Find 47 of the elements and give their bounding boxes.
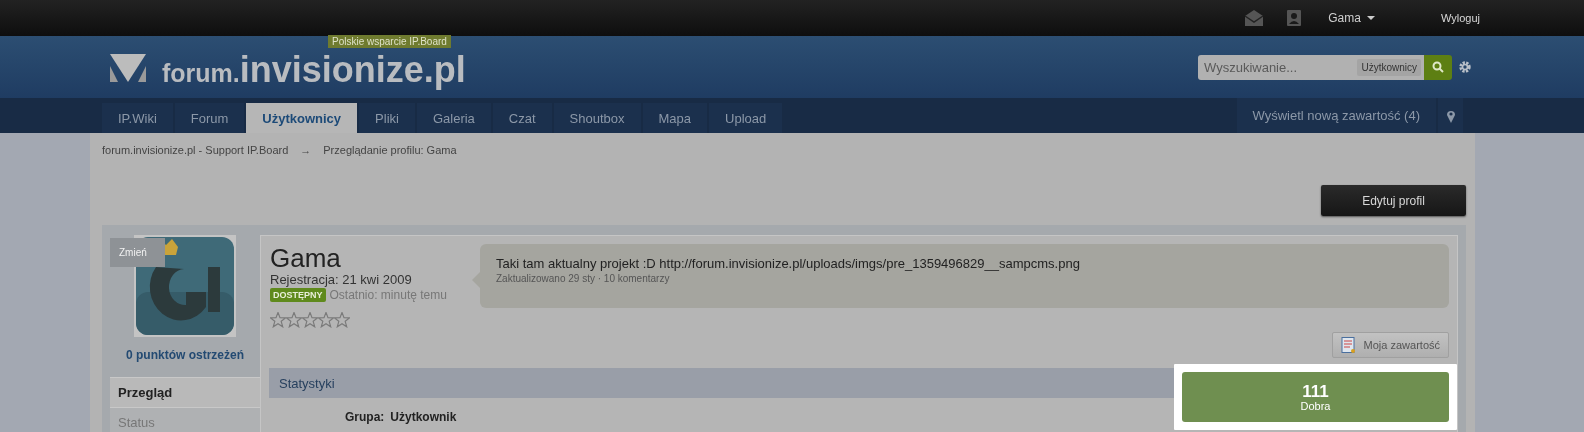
- new-content-link[interactable]: Wyświetl nową zawartość (4): [1236, 98, 1436, 133]
- nav-tab[interactable]: Galeria: [416, 103, 491, 133]
- reputation-value: 111: [1302, 382, 1329, 400]
- search-scope-button[interactable]: Użytkownicy: [1357, 58, 1421, 76]
- star-icon[interactable]: [286, 312, 302, 328]
- nav-tab[interactable]: Pliki: [359, 103, 415, 133]
- status-meta: Zaktualizowano 29 sty · 10 komentarzy: [496, 273, 671, 284]
- breadcrumb-current: Przeglądanie profilu: Gama: [323, 144, 457, 156]
- user-menu[interactable]: Gama: [1328, 11, 1397, 25]
- caret-icon: [1366, 16, 1375, 20]
- star-icon[interactable]: [270, 312, 286, 328]
- nav-tab[interactable]: IP.Wiki: [102, 103, 173, 133]
- online-badge: DOSTĘPNY: [270, 288, 326, 302]
- star-icon[interactable]: [302, 312, 318, 328]
- search-icon: [1432, 61, 1444, 73]
- contact-card-icon[interactable]: [1286, 9, 1303, 27]
- search-button[interactable]: [1424, 54, 1452, 80]
- logo-icon[interactable]: [110, 52, 146, 82]
- nav-tab[interactable]: Mapa: [642, 103, 708, 133]
- registration-date: Rejestracja: 21 kwi 2009: [270, 272, 413, 287]
- document-icon: [1340, 337, 1356, 353]
- mail-icon[interactable]: [1244, 9, 1265, 27]
- nav-tab[interactable]: Czat: [492, 103, 552, 133]
- nav-tab[interactable]: Użytkownicy: [246, 103, 358, 133]
- edit-profile-button[interactable]: Edytuj profil: [1321, 185, 1466, 216]
- nav-tab[interactable]: Upload: [709, 103, 783, 133]
- breadcrumb-separator: →: [300, 144, 312, 156]
- warning-points-link[interactable]: 0 punktów ostrzeżeń: [126, 348, 244, 362]
- my-content-button[interactable]: Moja zawartość: [1331, 332, 1449, 358]
- change-photo-button[interactable]: Zmień: [110, 238, 165, 267]
- profile-menu-item[interactable]: Przegląd: [110, 377, 260, 407]
- star-icon[interactable]: [318, 312, 334, 328]
- status-text: Taki tam aktualny projekt :D http://forum.invisionize.pl/uploads/imgs/pre_1359496829__sampcms.png: [496, 256, 1081, 271]
- logout-link[interactable]: Wyloguj: [1440, 12, 1480, 24]
- nav-tab[interactable]: Shoutbox: [553, 103, 641, 133]
- profile-name: Gama: [270, 244, 342, 272]
- location-pin-icon[interactable]: [1445, 108, 1456, 123]
- stat-label: Grupa:: [345, 410, 385, 424]
- reputation-label: Dobra: [1300, 399, 1331, 412]
- star-icon[interactable]: [334, 312, 350, 328]
- settings-icon[interactable]: [1458, 60, 1472, 74]
- search-field[interactable]: Wyszukiwanie... Użytkownicy: [1198, 54, 1424, 80]
- nav-tab[interactable]: Forum: [174, 103, 245, 133]
- stat-value: Użytkownik: [390, 410, 457, 424]
- breadcrumb-link[interactable]: forum.invisionize.pl - Support IP.Board: [102, 144, 289, 156]
- last-seen-text: Ostatnio: minutę temu: [329, 288, 447, 302]
- tagline-label: Polskie wsparcie IP.Board: [328, 35, 451, 48]
